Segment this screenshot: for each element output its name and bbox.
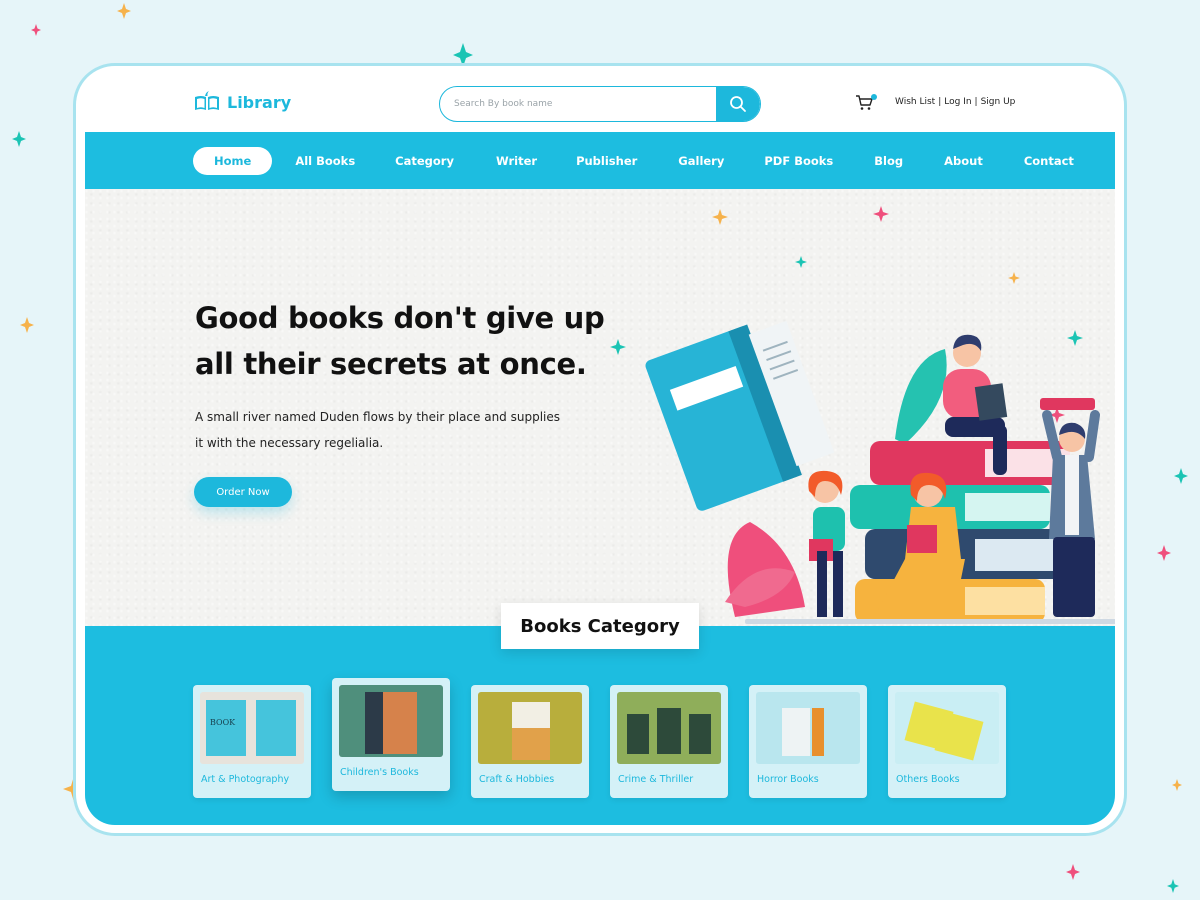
nav-category[interactable]: Category xyxy=(395,147,454,175)
category-title: Books Category xyxy=(501,603,699,649)
signup-link[interactable]: Sign Up xyxy=(981,97,1016,107)
nav-pdf-books[interactable]: PDF Books xyxy=(764,147,833,175)
hero-headline: Good books don't give up all their secre… xyxy=(195,295,615,387)
logo[interactable]: Library xyxy=(193,91,291,113)
subtext-line-2: it with the necessary regelialia. xyxy=(195,436,384,450)
book-cover-image: BOOK xyxy=(200,692,304,764)
category-card-others-books[interactable]: Others Books xyxy=(888,685,1006,798)
category-card-horror-books[interactable]: Horror Books xyxy=(749,685,867,798)
sparkle-icon xyxy=(1167,879,1179,893)
nav-about[interactable]: About xyxy=(944,147,983,175)
hero-section: Good books don't give up all their secre… xyxy=(85,189,1115,626)
book-cover-image xyxy=(478,692,582,764)
sparkle-icon xyxy=(1066,864,1080,880)
sparkle-icon xyxy=(31,24,41,36)
top-bar: Library Wish List | Log In | xyxy=(85,75,1115,132)
sparkle-icon xyxy=(20,317,34,333)
category-label: Others Books xyxy=(896,774,960,785)
reading-kids-illustration xyxy=(610,206,1115,624)
nav-blog[interactable]: Blog xyxy=(874,147,903,175)
sparkle-icon xyxy=(117,3,131,19)
order-now-button[interactable]: Order Now xyxy=(194,477,292,507)
sparkle-icon xyxy=(12,131,26,147)
category-card-childrens-books[interactable]: Children's Books xyxy=(332,678,450,791)
sparkle-icon xyxy=(1157,545,1171,561)
separator: | xyxy=(974,97,978,107)
category-label: Horror Books xyxy=(757,774,819,785)
category-card-art-photography[interactable]: BOOK Art & Photography xyxy=(193,685,311,798)
library-app: Library Wish List | Log In | xyxy=(85,75,1115,825)
category-card-craft-hobbies[interactable]: Craft & Hobbies xyxy=(471,685,589,798)
nav-gallery[interactable]: Gallery xyxy=(678,147,724,175)
open-book-icon xyxy=(195,91,219,110)
headline-line-2: all their secrets at once. xyxy=(195,347,587,381)
category-card-crime-thriller[interactable]: Crime & Thriller xyxy=(610,685,728,798)
cart-badge xyxy=(871,94,877,100)
search-button[interactable] xyxy=(716,87,760,121)
hero-subtext: A small river named Duden flows by their… xyxy=(195,404,575,456)
book-cover-image xyxy=(339,685,443,757)
account-links: Wish List | Log In | Sign Up xyxy=(895,97,1015,107)
cart-button[interactable] xyxy=(855,94,877,113)
main-nav: Home All Books Category Writer Publisher… xyxy=(85,132,1115,189)
category-label: Children's Books xyxy=(340,767,419,778)
nav-all-books[interactable]: All Books xyxy=(295,147,355,175)
nav-items: Home All Books Category Writer Publisher… xyxy=(193,147,1074,175)
login-link[interactable]: Log In xyxy=(944,97,971,107)
subtext-line-1: A small river named Duden flows by their… xyxy=(195,410,561,424)
category-label: Art & Photography xyxy=(201,774,290,785)
search-icon xyxy=(730,96,746,112)
separator: | xyxy=(938,97,942,107)
nav-writer[interactable]: Writer xyxy=(496,147,537,175)
headline-line-1: Good books don't give up xyxy=(195,301,605,335)
book-cover-image xyxy=(756,692,860,764)
category-label: Crime & Thriller xyxy=(618,774,694,785)
sparkle-icon xyxy=(1172,779,1182,791)
category-label: Craft & Hobbies xyxy=(479,774,555,785)
sparkle-icon xyxy=(1174,468,1188,484)
book-cover-image xyxy=(617,692,721,764)
nav-contact[interactable]: Contact xyxy=(1024,147,1074,175)
book-cover-image xyxy=(895,692,999,764)
search-bar xyxy=(439,86,761,122)
wishlist-link[interactable]: Wish List xyxy=(895,97,935,107)
brand-name: Library xyxy=(227,92,292,112)
search-input[interactable] xyxy=(440,87,716,121)
nav-home[interactable]: Home xyxy=(193,147,273,175)
nav-publisher[interactable]: Publisher xyxy=(576,147,637,175)
